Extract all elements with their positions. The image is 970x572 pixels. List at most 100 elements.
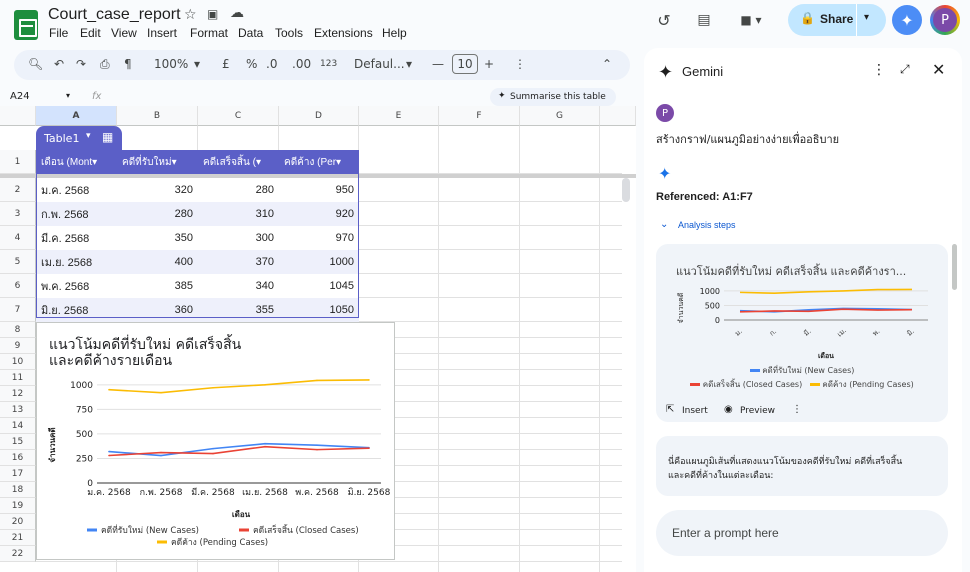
card-more-icon[interactable]: ⋮	[792, 404, 802, 415]
increase-decimal-button[interactable]: .00	[292, 57, 311, 71]
share-button[interactable]: 🔒 Share ▾	[788, 4, 886, 36]
close-icon[interactable]: ✕	[932, 60, 945, 79]
row-header[interactable]: 17	[0, 466, 36, 482]
column-header-g[interactable]: G	[520, 106, 600, 126]
table-cell[interactable]: 280	[198, 178, 279, 202]
header-closed-dropdown-icon[interactable]: ▾	[256, 157, 261, 168]
row-header[interactable]: 14	[0, 418, 36, 434]
comments-icon[interactable]: ▤	[694, 10, 714, 30]
row-header[interactable]: 6	[0, 274, 36, 298]
name-box[interactable]: A24	[10, 91, 30, 102]
row-header[interactable]: 4	[0, 226, 36, 250]
table-cell[interactable]: 370	[198, 250, 279, 274]
expand-icon[interactable]: ⤢	[900, 62, 910, 77]
row-header[interactable]: 2	[0, 178, 36, 202]
header-new-dropdown-icon[interactable]: ▾	[172, 157, 177, 168]
row-header[interactable]: 5	[0, 250, 36, 274]
row-header[interactable]: 3	[0, 202, 36, 226]
table-cell[interactable]: ก.พ. 2568	[36, 202, 117, 226]
document-title[interactable]: Court_case_report	[48, 6, 181, 24]
row-header[interactable]: 19	[0, 498, 36, 514]
row-header[interactable]: 13	[0, 402, 36, 418]
table-cell[interactable]: 340	[198, 274, 279, 298]
font-dropdown-icon[interactable]: ▾	[406, 57, 412, 71]
column-header-f[interactable]: F	[439, 106, 520, 126]
row-header[interactable]: 7	[0, 298, 36, 322]
undo-icon[interactable]: ↶	[54, 57, 64, 71]
spreadsheet-grid[interactable]: A B C D E F G 1 2 3 4 5 6 7 8 9 10 11 12 13 14 15 16 17 1…	[0, 106, 636, 572]
table-header-new[interactable]: คดีที่รับใหม่ ▾	[117, 150, 198, 174]
table-cell[interactable]: 280	[117, 202, 198, 226]
menu-data[interactable]: Data	[238, 26, 263, 40]
chart-container[interactable]: แนวโน้มคดีที่รับใหม่ คดีเสร็จสิ้น และคดี…	[36, 322, 395, 560]
history-icon[interactable]: ↺	[654, 10, 674, 30]
row-header[interactable]: 11	[0, 370, 36, 386]
table-cell[interactable]: มิ.ย. 2568	[36, 298, 117, 322]
prompt-input[interactable]: Enter a prompt here	[656, 510, 948, 556]
table-header-pending[interactable]: คดีค้าง (Per ▾	[279, 150, 359, 174]
number-format-button[interactable]: 123	[320, 59, 337, 69]
more-options-icon[interactable]: ⋮	[514, 57, 526, 71]
menu-tools[interactable]: Tools	[275, 26, 303, 40]
gemini-button-icon[interactable]: ✦	[892, 5, 922, 35]
select-all-corner[interactable]	[0, 106, 36, 126]
menu-file[interactable]: File	[49, 26, 68, 40]
menu-extensions[interactable]: Extensions	[314, 26, 373, 40]
table-cell[interactable]: 320	[117, 178, 198, 202]
panel-scrollbar-thumb[interactable]	[952, 244, 957, 290]
table-cell[interactable]: 970	[279, 226, 359, 250]
share-dropdown-icon[interactable]: ▾	[864, 12, 869, 23]
table-header-closed[interactable]: คดีเสร็จสิ้น (▾	[198, 150, 279, 174]
row-header[interactable]: 9	[0, 338, 36, 354]
row-header[interactable]: 18	[0, 482, 36, 498]
table-cell[interactable]: 350	[117, 226, 198, 250]
row-header[interactable]: 10	[0, 354, 36, 370]
move-folder-icon[interactable]: ▣	[207, 7, 218, 21]
font-select[interactable]: Defaul...	[354, 57, 405, 71]
sheets-logo[interactable]	[14, 10, 38, 40]
insert-button[interactable]: Insert	[682, 406, 708, 416]
table-menu-dropdown-icon[interactable]: ▾	[86, 131, 91, 141]
column-header-h[interactable]	[600, 106, 636, 126]
preview-eye-icon[interactable]: ◉	[724, 404, 733, 415]
table-header-month[interactable]: เดือน (Mont ▾	[36, 150, 117, 174]
table-cell[interactable]: 1045	[279, 274, 359, 298]
star-icon[interactable]: ☆	[184, 7, 197, 23]
name-box-dropdown-icon[interactable]: ▾	[66, 91, 70, 100]
preview-button[interactable]: Preview	[740, 406, 775, 416]
table-cell[interactable]: 355	[198, 298, 279, 322]
table-name-chip[interactable]: Table1 ▾ ▦	[36, 126, 122, 150]
row-header[interactable]: 20	[0, 514, 36, 530]
row-header[interactable]: 8	[0, 322, 36, 338]
insert-icon[interactable]: ⇱	[666, 404, 674, 415]
analysis-chevron-icon[interactable]: ⌄	[660, 219, 668, 230]
meet-icon[interactable]: ■ ▾	[734, 10, 768, 30]
column-header-e[interactable]: E	[359, 106, 439, 126]
table-view-icon[interactable]: ▦	[102, 130, 113, 144]
row-header[interactable]: 16	[0, 450, 36, 466]
table-cell[interactable]: 400	[117, 250, 198, 274]
row-header[interactable]: 1	[0, 150, 36, 174]
search-menus-icon[interactable]: 🔍︎	[28, 57, 43, 71]
redo-icon[interactable]: ↷	[76, 57, 86, 71]
menu-insert[interactable]: Insert	[147, 26, 177, 40]
table-cell[interactable]: 950	[279, 178, 359, 202]
header-month-dropdown-icon[interactable]: ▾	[92, 157, 97, 168]
column-header-a[interactable]: A	[36, 106, 117, 126]
table-cell[interactable]: เม.ย. 2568	[36, 250, 117, 274]
table-cell[interactable]: 920	[279, 202, 359, 226]
font-size-decrease-icon[interactable]: —	[432, 57, 444, 71]
menu-format[interactable]: Format	[190, 26, 228, 40]
table-cell[interactable]: 300	[198, 226, 279, 250]
table-cell[interactable]: 1000	[279, 250, 359, 274]
column-header-d[interactable]: D	[279, 106, 359, 126]
menu-view[interactable]: View	[111, 26, 137, 40]
print-icon[interactable]: ⎙	[100, 57, 110, 72]
collapse-toolbar-icon[interactable]: ⌃	[602, 57, 612, 71]
table-cell[interactable]: พ.ค. 2568	[36, 274, 117, 298]
zoom-dropdown-icon[interactable]: ▾	[194, 57, 200, 71]
column-header-b[interactable]: B	[117, 106, 198, 126]
header-pending-dropdown-icon[interactable]: ▾	[336, 157, 341, 168]
summarise-table-button[interactable]: ✦ Summarise this table	[490, 88, 616, 106]
column-header-c[interactable]: C	[198, 106, 279, 126]
